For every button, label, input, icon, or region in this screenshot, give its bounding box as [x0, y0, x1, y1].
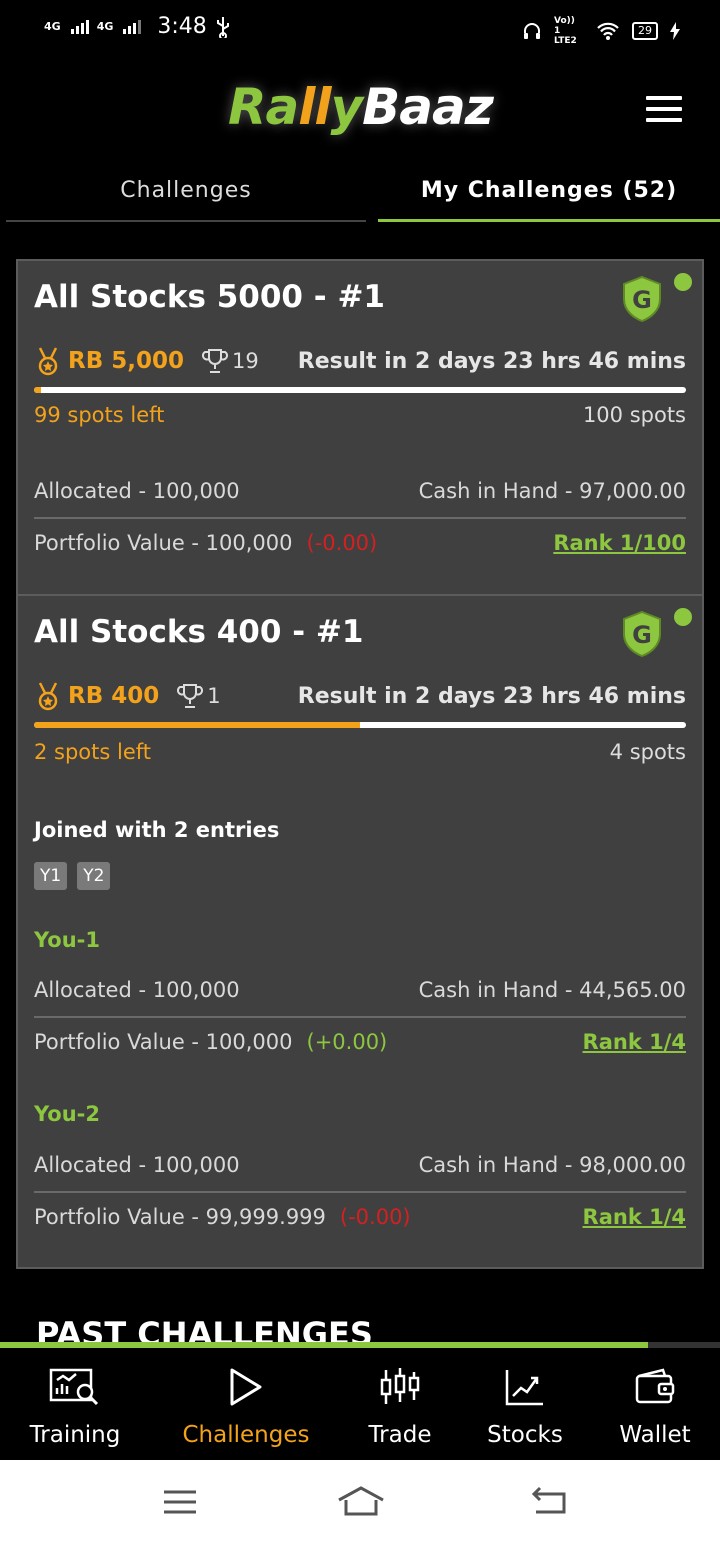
nav-training[interactable]: Training: [14, 1366, 136, 1448]
portfolio-value: Portfolio Value - 99,999.999: [34, 1205, 326, 1229]
nav-challenges[interactable]: Challenges: [170, 1366, 322, 1448]
battery-indicator: 29: [632, 22, 658, 40]
allocation-row: Allocated - 100,000 Cash in Hand - 97,00…: [34, 471, 686, 511]
past-challenges-heading: PAST CHALLENGES: [36, 1315, 373, 1344]
nav-challenges-label: Challenges: [182, 1422, 310, 1448]
tab-bar: Challenges My Challenges (52): [0, 166, 720, 224]
result-time: Result in 2 days 23 hrs 46 mins: [297, 683, 686, 709]
prize-row: RB 5,000 19 Result in 2 days 23 hrs 46 m…: [34, 343, 686, 379]
network-1-label: 4G: [44, 20, 61, 33]
portfolio-value: Portfolio Value - 100,000: [34, 1030, 293, 1054]
allocation-row: Allocated - 100,000 Cash in Hand - 44,56…: [34, 970, 686, 1010]
rank-link[interactable]: Rank 1/4: [583, 1205, 686, 1229]
entry-chips: Y1 Y2: [34, 862, 111, 890]
spots-total: 4 spots: [609, 740, 686, 764]
live-dot: [674, 273, 692, 291]
portfolio-change: (+0.00): [306, 1030, 388, 1054]
entry-label: You-1: [34, 928, 100, 952]
divider: [34, 1191, 686, 1193]
nav-training-label: Training: [29, 1422, 121, 1448]
clock: 3:48: [157, 14, 207, 39]
joined-entries-text: Joined with 2 entries: [34, 818, 280, 842]
prize-amount: RB 400: [68, 683, 160, 709]
candlestick-icon: [380, 1368, 420, 1404]
back-icon[interactable]: [530, 1482, 570, 1522]
challenge-title: All Stocks 5000 - #1: [34, 279, 385, 315]
result-time: Result in 2 days 23 hrs 46 mins: [297, 348, 686, 374]
divider: [34, 1016, 686, 1018]
bottom-nav: Training Challenges Trade Stocks Wallet: [0, 1348, 720, 1460]
system-navigation-bar: [0, 1460, 720, 1544]
svg-text:G: G: [632, 286, 652, 314]
trophy-icon: [202, 349, 228, 373]
allocation-row: Allocated - 100,000 Cash in Hand - 98,00…: [34, 1145, 686, 1185]
cash-in-hand-value: Cash in Hand - 44,565.00: [418, 978, 686, 1002]
spots-row: 99 spots left 100 spots: [34, 403, 686, 427]
portfolio-change: (-0.00): [339, 1205, 411, 1229]
portfolio-row: Portfolio Value - 100,000 (+0.00) Rank 1…: [34, 1022, 686, 1062]
trophy-icon: [177, 684, 204, 708]
winners-count: 19: [232, 349, 259, 373]
rallybaaz-logo[interactable]: RallyBaaz: [228, 78, 494, 136]
menu-icon[interactable]: [646, 96, 682, 122]
challenge-title: All Stocks 400 - #1: [34, 614, 364, 650]
spots-left: 2 spots left: [34, 740, 152, 764]
portfolio-row: Portfolio Value - 100,000 (-0.00) Rank 1…: [34, 523, 686, 563]
shield-g-icon: G: [623, 275, 661, 323]
nav-stocks-label: Stocks: [487, 1422, 563, 1448]
challenge-card[interactable]: All Stocks 5000 - #1 G RB 5,000 19 Resul…: [16, 259, 704, 596]
entry-chip-y1[interactable]: Y1: [34, 862, 68, 890]
nav-wallet[interactable]: Wallet: [606, 1366, 704, 1448]
allocated-value: Allocated - 100,000: [34, 479, 240, 503]
training-icon: [49, 1368, 99, 1406]
portfolio-value: Portfolio Value - 100,000: [34, 531, 293, 555]
entry-chip-y2[interactable]: Y2: [77, 862, 111, 890]
spots-progress-bar: [34, 722, 686, 728]
volte-label: Vo)) 1 LTE2: [554, 16, 577, 46]
live-dot: [674, 608, 692, 626]
svg-text:G: G: [632, 621, 652, 649]
nav-trade[interactable]: Trade: [350, 1366, 450, 1448]
spots-row: 2 spots left 4 spots: [34, 740, 686, 764]
rank-link[interactable]: Rank 1/4: [583, 1030, 686, 1054]
prize-amount: RB 5,000: [68, 348, 184, 374]
wallet-icon: [635, 1368, 675, 1404]
portfolio-row: Portfolio Value - 99,999.999 (-0.00) Ran…: [34, 1197, 686, 1237]
winners-count: 1: [207, 684, 221, 708]
play-icon: [230, 1368, 262, 1406]
stocks-chart-icon: [505, 1370, 543, 1406]
nav-wallet-label: Wallet: [619, 1422, 691, 1448]
nav-trade-label: Trade: [368, 1422, 432, 1448]
cash-in-hand-value: Cash in Hand - 97,000.00: [418, 479, 686, 503]
tab-challenges[interactable]: Challenges: [6, 166, 366, 222]
entry-label: You-2: [34, 1102, 100, 1126]
portfolio-change: (-0.00): [306, 531, 378, 555]
medal-icon: [38, 682, 58, 711]
cash-in-hand-value: Cash in Hand - 98,000.00: [418, 1153, 686, 1177]
divider: [34, 517, 686, 519]
headphones-icon: [524, 23, 540, 39]
usb-icon: [216, 16, 229, 38]
app-header: RallyBaaz: [0, 56, 720, 166]
allocated-value: Allocated - 100,000: [34, 1153, 240, 1177]
prize-row: RB 400 1 Result in 2 days 23 hrs 46 mins: [34, 678, 686, 714]
wifi-icon: [597, 22, 619, 40]
signal-1-icon: [70, 19, 89, 34]
spots-total: 100 spots: [582, 403, 686, 427]
network-2-label: 4G: [96, 20, 114, 33]
nav-stocks[interactable]: Stocks: [474, 1366, 576, 1448]
signal-2-icon: [123, 19, 142, 34]
spots-progress-bar: [34, 387, 686, 393]
medal-icon: [38, 347, 58, 376]
spots-left: 99 spots left: [34, 403, 165, 427]
charging-icon: [670, 22, 680, 40]
tab-my-challenges[interactable]: My Challenges (52): [378, 166, 720, 222]
rank-link[interactable]: Rank 1/100: [553, 531, 686, 555]
challenge-card[interactable]: All Stocks 400 - #1 G RB 400 1 Result in…: [16, 594, 704, 1269]
recent-apps-icon[interactable]: [162, 1482, 198, 1522]
allocated-value: Allocated - 100,000: [34, 978, 240, 1002]
status-bar: 4G 4G 3:48 Vo)) 1 LTE2 29: [0, 0, 720, 56]
home-icon[interactable]: [336, 1482, 386, 1522]
shield-g-icon: G: [623, 610, 661, 658]
